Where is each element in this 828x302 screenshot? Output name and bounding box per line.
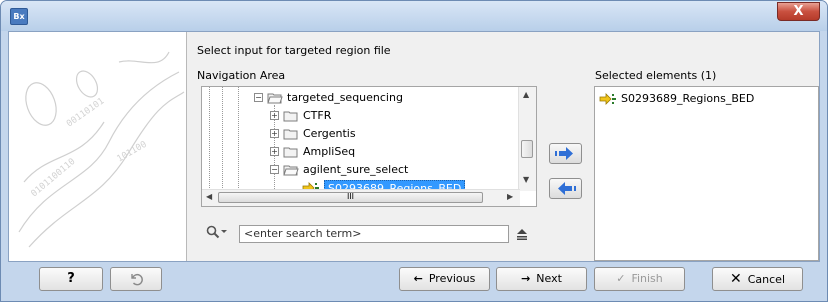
tree-guide-line bbox=[222, 87, 223, 190]
app-icon: Bx bbox=[10, 8, 28, 25]
collapse-icon[interactable]: − bbox=[270, 165, 279, 174]
checkmark-icon: ✓ bbox=[616, 272, 626, 285]
tree-item-label: CTFR bbox=[303, 109, 332, 122]
finish-button: ✓ Finish bbox=[594, 267, 685, 291]
folder-open-icon bbox=[283, 165, 299, 176]
tree-guide-line bbox=[209, 87, 210, 190]
close-button[interactable]: X bbox=[777, 2, 820, 21]
selected-elements-list[interactable]: S0293689_Regions_BED bbox=[594, 86, 819, 261]
reset-button[interactable] bbox=[110, 267, 162, 291]
previous-button[interactable]: ← Previous bbox=[399, 267, 490, 291]
tree-vertical-scrollbar[interactable]: ▲ ▼ bbox=[518, 87, 536, 191]
clear-search-icon[interactable] bbox=[516, 228, 528, 240]
dialog-body: 00110101 0101100110 101100 Select input … bbox=[8, 31, 820, 262]
next-label: Next bbox=[536, 272, 562, 285]
svg-text:00110101: 00110101 bbox=[65, 96, 106, 129]
search-input[interactable]: <enter search term> bbox=[239, 225, 509, 243]
dna-decoration-graphic: 00110101 0101100110 101100 bbox=[18, 51, 185, 248]
scroll-down-icon[interactable]: ▼ bbox=[523, 175, 529, 184]
scroll-right-icon[interactable]: ▶ bbox=[507, 192, 513, 201]
svg-text:101100: 101100 bbox=[116, 140, 149, 165]
tree-item-label: targeted_sequencing bbox=[287, 91, 403, 104]
tree-item-label: AmpliSeq bbox=[303, 145, 356, 158]
cancel-button[interactable]: ✕ Cancel bbox=[712, 267, 803, 291]
folder-icon bbox=[283, 129, 298, 140]
folder-icon bbox=[283, 111, 298, 122]
expand-icon[interactable]: + bbox=[270, 129, 279, 138]
cancel-label: Cancel bbox=[747, 273, 785, 286]
selected-elements-label: Selected elements (1) bbox=[595, 69, 717, 82]
navigation-area-label: Navigation Area bbox=[197, 69, 286, 82]
arrow-left-icon bbox=[558, 182, 576, 195]
undo-icon bbox=[131, 273, 143, 286]
folder-open-icon bbox=[267, 93, 283, 104]
expand-icon[interactable]: + bbox=[270, 147, 279, 156]
finish-label: Finish bbox=[631, 272, 663, 285]
arrow-right-icon: → bbox=[521, 272, 531, 285]
input-prompt: Select input for targeted region file bbox=[197, 44, 391, 57]
cancel-x-icon: ✕ bbox=[730, 271, 742, 287]
previous-label: Previous bbox=[428, 272, 476, 285]
tree-horizontal-scrollbar[interactable]: ◀ III ▶ bbox=[202, 189, 520, 206]
dialog-window: Bx X 00110101 0101100110 101100 Select i… bbox=[0, 0, 828, 302]
collapse-icon[interactable]: − bbox=[254, 93, 263, 102]
arrow-right-icon bbox=[555, 147, 573, 160]
scroll-up-icon[interactable]: ▲ bbox=[523, 90, 529, 99]
search-icon-dropdown[interactable] bbox=[206, 225, 228, 242]
annotation-track-icon bbox=[599, 93, 616, 105]
vertical-scroll-thumb[interactable] bbox=[521, 140, 533, 158]
tree-item-label: agilent_sure_select bbox=[303, 163, 409, 176]
remove-selected-button[interactable] bbox=[549, 178, 582, 199]
folder-icon bbox=[283, 147, 298, 158]
add-selected-button[interactable] bbox=[549, 143, 582, 164]
navigation-tree[interactable]: − targeted_sequencing + CTFR + Cergentis… bbox=[201, 86, 537, 207]
expand-icon[interactable]: + bbox=[270, 111, 279, 120]
arrow-left-icon: ← bbox=[413, 272, 423, 285]
footer-bar: ? ← Previous → Next ✓ Finish ✕ Cancel bbox=[1, 262, 827, 301]
help-button[interactable]: ? bbox=[39, 267, 103, 291]
title-bar: Bx X bbox=[1, 1, 827, 31]
list-item-label: S0293689_Regions_BED bbox=[621, 92, 755, 105]
tree-guide-line bbox=[238, 87, 239, 190]
search-icon bbox=[206, 225, 227, 239]
scroll-left-icon[interactable]: ◀ bbox=[206, 192, 212, 201]
horizontal-scroll-thumb[interactable]: III bbox=[218, 192, 483, 203]
next-button[interactable]: → Next bbox=[496, 267, 587, 291]
side-graphic-panel: 00110101 0101100110 101100 bbox=[9, 32, 187, 261]
tree-item-label: Cergentis bbox=[303, 127, 356, 140]
